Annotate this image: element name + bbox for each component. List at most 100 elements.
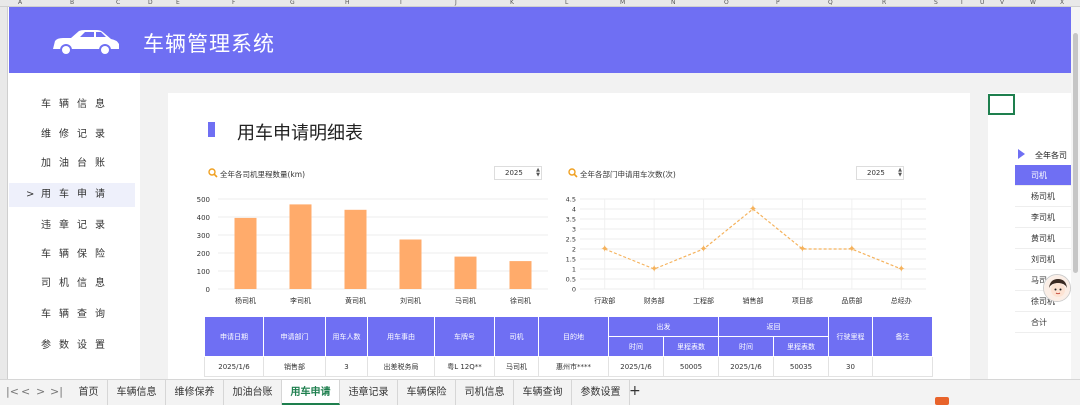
- column-letter[interactable]: S: [934, 0, 938, 6]
- chevron-right-icon: >: [26, 189, 35, 200]
- chart1-title: 全年各司机里程数量(km): [220, 170, 306, 179]
- bar: [454, 256, 477, 289]
- cell-driver[interactable]: 马司机: [494, 356, 539, 377]
- column-letter[interactable]: J: [455, 0, 457, 6]
- right-panel-item[interactable]: 刘司机: [1015, 249, 1071, 270]
- sidebar-item[interactable]: > 用车申请: [9, 183, 135, 207]
- column-letter[interactable]: O: [724, 0, 729, 6]
- column-letter[interactable]: N: [671, 0, 676, 6]
- column-letter[interactable]: P: [776, 0, 780, 6]
- sheet-tab[interactable]: 参数设置: [572, 380, 630, 405]
- column-letter[interactable]: B: [70, 0, 74, 6]
- right-panel-item[interactable]: 合计: [1015, 312, 1071, 333]
- sheet-tab[interactable]: 维修保养: [166, 380, 224, 405]
- cell-dept[interactable]: 销售部: [263, 356, 326, 377]
- application-table: 申请日期 申请部门 用车人数 用车事由 车牌号 司机 目的地 出发 返回 行驶里…: [204, 316, 933, 377]
- sidebar-item[interactable]: 维修记录: [9, 123, 135, 147]
- right-panel-item[interactable]: 杨司机: [1015, 186, 1071, 207]
- column-letter[interactable]: W: [1030, 0, 1036, 6]
- column-letter[interactable]: D: [148, 0, 153, 6]
- cell-out-time[interactable]: 2025/1/6: [608, 356, 664, 377]
- sheet-tab[interactable]: 车辆查询: [514, 380, 572, 405]
- sidebar-item[interactable]: 参数设置: [9, 334, 135, 358]
- sidebar-item[interactable]: 司机信息: [9, 272, 135, 296]
- sidebar-item-label: 参数设置: [41, 340, 113, 351]
- chart2-year-select[interactable]: 2025 ▲ ▼: [856, 166, 904, 180]
- col-header-driver: 司机: [494, 316, 539, 357]
- sheet-tab[interactable]: 违章记录: [340, 380, 398, 405]
- first-sheet-button[interactable]: |<: [6, 385, 19, 398]
- sidebar-nav: 车辆信息维修记录加油台账 > 用车申请违章记录车辆保险司机信息车辆查询参数设置: [9, 73, 140, 379]
- sheet-tab[interactable]: 车辆保险: [398, 380, 456, 405]
- sheet-tab[interactable]: 车辆信息: [108, 380, 166, 405]
- cell-out-odo[interactable]: 50005: [663, 356, 719, 377]
- sidebar-item[interactable]: 车辆查询: [9, 303, 135, 327]
- column-letter[interactable]: T: [960, 0, 964, 6]
- next-sheet-button[interactable]: >: [36, 385, 45, 398]
- cell-remark[interactable]: [872, 356, 933, 377]
- cell-plate[interactable]: 粤L 12Q**: [434, 356, 495, 377]
- last-sheet-button[interactable]: >|: [50, 385, 63, 398]
- x-tick-label: 李司机: [290, 296, 311, 305]
- sheet-tab[interactable]: 司机信息: [456, 380, 514, 405]
- bar: [399, 239, 422, 289]
- x-tick-label: 销售部: [743, 296, 764, 305]
- sidebar-item[interactable]: 车辆保险: [9, 243, 135, 267]
- bar: [509, 261, 532, 289]
- data-point-marker: ✦: [699, 244, 707, 255]
- right-panel-item[interactable]: 李司机: [1015, 207, 1071, 228]
- search-icon: [568, 168, 578, 178]
- cell-back-time[interactable]: 2025/1/6: [718, 356, 774, 377]
- sidebar-item[interactable]: 车辆信息: [9, 93, 135, 117]
- selected-cell-indicator[interactable]: [988, 94, 1015, 115]
- cell-mileage[interactable]: 30: [828, 356, 873, 377]
- assistant-avatar[interactable]: [1043, 274, 1071, 302]
- spinner-icon[interactable]: ▲ ▼: [536, 168, 540, 178]
- column-letter[interactable]: U: [980, 0, 984, 6]
- y-tick-label: 3: [572, 226, 576, 234]
- col-header-plate: 车牌号: [434, 316, 495, 357]
- cell-date[interactable]: 2025/1/6: [204, 356, 264, 377]
- y-tick-label: 2.5: [566, 236, 576, 244]
- right-panel-item[interactable]: 司机: [1015, 165, 1071, 186]
- y-tick-label: 0: [572, 286, 576, 294]
- col-header-out-odo: 里程表数: [663, 336, 719, 357]
- prev-sheet-button[interactable]: <: [21, 385, 30, 398]
- sheet-tab[interactable]: 首页: [70, 380, 108, 405]
- cell-back-odo[interactable]: 50035: [773, 356, 829, 377]
- column-letter[interactable]: K: [510, 0, 514, 6]
- column-letter[interactable]: M: [620, 0, 625, 6]
- sidebar-item[interactable]: 违章记录: [9, 214, 135, 238]
- sidebar-item[interactable]: 加油台账: [9, 152, 135, 176]
- column-letter[interactable]: A: [18, 0, 22, 6]
- column-letter[interactable]: I: [400, 0, 402, 6]
- sheet-tab[interactable]: 用车申请: [282, 380, 340, 405]
- cell-dest[interactable]: 惠州市****: [538, 356, 609, 377]
- x-tick-label: 项目部: [792, 296, 813, 305]
- app-title: 车辆管理系统: [143, 32, 275, 56]
- dept-usage-line-chart: 4.5 4 3.5 3 2.5 2 1.5 1 0.5 0 ✦ 行政部 ✦ 财务部 ✦ 工程部 ✦ 销售部 ✦ 项目部…: [566, 196, 926, 305]
- cell-people[interactable]: 3: [325, 356, 368, 377]
- column-letter[interactable]: V: [1000, 0, 1004, 6]
- column-letter[interactable]: L: [565, 0, 568, 6]
- data-point-marker: ✦: [650, 264, 658, 275]
- sheet-tab[interactable]: 加油台账: [224, 380, 282, 405]
- table-row[interactable]: 2025/1/6 销售部 3 出差税务局 粤L 12Q** 马司机 惠州市***…: [204, 356, 933, 377]
- chart1-year-select[interactable]: 2025 ▲ ▼: [494, 166, 542, 180]
- column-letter[interactable]: Q: [828, 0, 833, 6]
- column-letter[interactable]: G: [290, 0, 295, 6]
- column-letter[interactable]: E: [176, 0, 180, 6]
- cell-reason[interactable]: 出差税务局: [367, 356, 435, 377]
- spinner-icon[interactable]: ▲ ▼: [898, 168, 902, 178]
- chart2-year-value: 2025: [867, 169, 885, 177]
- add-sheet-button[interactable]: +: [629, 383, 641, 399]
- column-letter[interactable]: H: [345, 0, 350, 6]
- col-header-remark: 备注: [872, 316, 933, 357]
- column-letter[interactable]: F: [232, 0, 235, 6]
- col-header-reason: 用车事由: [367, 316, 435, 357]
- column-letter[interactable]: R: [882, 0, 886, 6]
- scrollbar-thumb[interactable]: [1073, 33, 1078, 273]
- right-panel-item[interactable]: 黄司机: [1015, 228, 1071, 249]
- column-letter[interactable]: X: [1060, 0, 1064, 6]
- column-letter[interactable]: C: [116, 0, 120, 6]
